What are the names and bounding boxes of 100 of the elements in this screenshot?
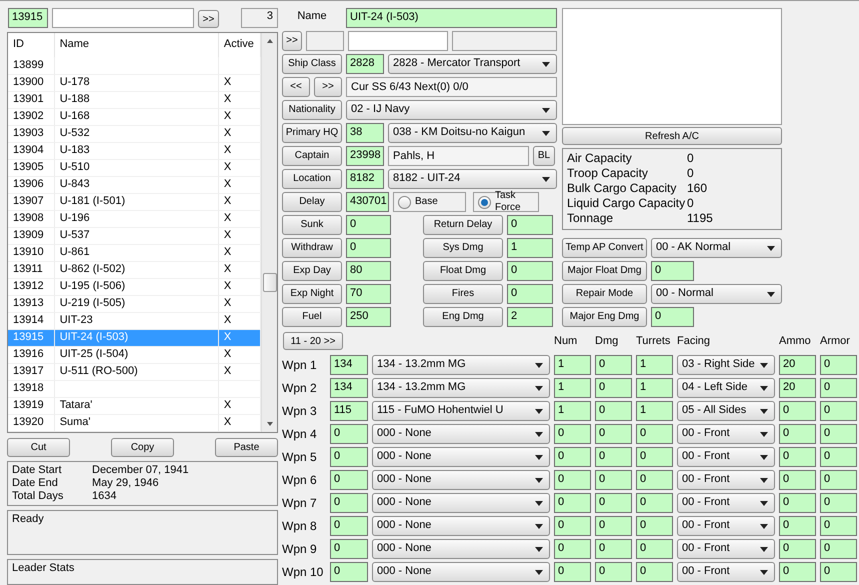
number-field[interactable]: 0	[636, 516, 673, 536]
number-field[interactable]: 1	[507, 238, 553, 258]
number-field[interactable]: 0	[346, 215, 391, 235]
dropdown[interactable]: 115 - FuMO Hohentwiel U	[372, 401, 550, 421]
table-row[interactable]: 13903 U-532 X	[8, 125, 260, 142]
number-field[interactable]: 0	[507, 261, 553, 281]
table-row[interactable]: 13899	[8, 57, 260, 74]
button[interactable]: Sys Dmg	[423, 238, 503, 258]
number-field[interactable]: 430701	[346, 192, 389, 212]
dropdown[interactable]: 00 - Front	[677, 447, 775, 467]
dropdown[interactable]: 00 - Front	[677, 539, 775, 559]
number-field[interactable]: 8182	[346, 169, 384, 189]
button[interactable]: Repair Mode	[562, 284, 647, 304]
number-field[interactable]: 1	[554, 378, 591, 398]
number-field[interactable]: 134	[330, 378, 368, 398]
dropdown[interactable]: 2828 - Mercator Transport	[388, 54, 557, 74]
number-field[interactable]: 0	[820, 447, 857, 467]
number-field[interactable]: 0	[820, 562, 857, 582]
number-field[interactable]: 1	[636, 355, 673, 375]
dropdown[interactable]: 000 - None	[372, 516, 550, 536]
text-field[interactable]	[306, 31, 344, 51]
number-field[interactable]: 0	[636, 470, 673, 490]
button[interactable]: Temp AP Convert	[562, 238, 647, 258]
button[interactable]: Copy	[111, 438, 174, 456]
button[interactable]: Ship Class	[282, 54, 342, 74]
number-field[interactable]: 0	[651, 261, 694, 281]
number-field[interactable]: 0	[330, 424, 368, 444]
radio-option[interactable]: Base	[393, 192, 466, 212]
number-field[interactable]: 0	[779, 424, 816, 444]
column-header[interactable]: ID	[8, 33, 54, 57]
number-field[interactable]: 0	[779, 447, 816, 467]
number-field[interactable]: 0	[554, 470, 591, 490]
table-row[interactable]: 13909 U-537 X	[8, 227, 260, 244]
dropdown[interactable]: 05 - All Sides	[677, 401, 775, 421]
number-field[interactable]: 0	[595, 516, 632, 536]
table-row[interactable]: 13900 U-178 X	[8, 74, 260, 91]
number-field[interactable]: 0	[595, 355, 632, 375]
number-field[interactable]: 2	[507, 307, 553, 327]
dropdown[interactable]: 000 - None	[372, 539, 550, 559]
number-field[interactable]: 0	[595, 493, 632, 513]
text-field[interactable]	[452, 31, 557, 51]
table-row[interactable]: 13906 U-843 X	[8, 176, 260, 193]
number-field[interactable]: 0	[595, 447, 632, 467]
number-field[interactable]: 1	[636, 401, 673, 421]
button[interactable]: Paste	[215, 438, 278, 456]
number-field[interactable]: 0	[636, 424, 673, 444]
number-field[interactable]: 0	[330, 493, 368, 513]
button[interactable]: >>	[198, 10, 219, 28]
radio-button[interactable]	[478, 196, 491, 208]
button[interactable]: Cut	[7, 438, 70, 456]
text-field[interactable]: Pahls, H	[388, 146, 529, 166]
button[interactable]: Nationality	[282, 100, 342, 120]
radio-button[interactable]	[398, 196, 411, 208]
table-row[interactable]: 13919 Tatara' X	[8, 397, 260, 414]
number-field[interactable]: 0	[507, 284, 553, 304]
name-field[interactable]: UIT-24 (I-503)	[346, 8, 557, 28]
number-field[interactable]: 0	[820, 470, 857, 490]
number-field[interactable]: 0	[820, 401, 857, 421]
number-field[interactable]: 0	[330, 516, 368, 536]
dropdown[interactable]: 00 - Front	[677, 516, 775, 536]
number-field[interactable]: 115	[330, 401, 368, 421]
number-field[interactable]: 20	[779, 355, 816, 375]
number-field[interactable]: 23998	[346, 146, 384, 166]
table-row[interactable]: 13908 U-196 X	[8, 210, 260, 227]
number-field[interactable]: 0	[779, 562, 816, 582]
number-field[interactable]: 0	[507, 215, 553, 235]
number-field[interactable]: 1	[554, 355, 591, 375]
button[interactable]: Float Dmg	[423, 261, 503, 281]
number-field[interactable]: 0	[636, 447, 673, 467]
dropdown[interactable]: 000 - None	[372, 493, 550, 513]
dropdown[interactable]: 04 - Left Side	[677, 378, 775, 398]
number-field[interactable]: 0	[346, 238, 391, 258]
number-field[interactable]: 0	[330, 562, 368, 582]
table-row[interactable]: 13916 UIT-25 (I-504) X	[8, 346, 260, 363]
number-field[interactable]: 0	[554, 424, 591, 444]
dropdown[interactable]: 8182 - UIT-24	[388, 169, 557, 189]
button[interactable]: BL	[533, 146, 555, 166]
number-field[interactable]: 38	[346, 123, 384, 143]
dropdown[interactable]: 00 - Normal	[651, 284, 782, 304]
table-row[interactable]: 13902 U-168 X	[8, 108, 260, 125]
dropdown[interactable]: 134 - 13.2mm MG	[372, 355, 550, 375]
button[interactable]: Sunk	[282, 215, 342, 235]
number-field[interactable]: 0	[554, 493, 591, 513]
number-field[interactable]: 0	[820, 378, 857, 398]
table-row[interactable]: 13920 Suma' X	[8, 414, 260, 431]
button[interactable]: Primary HQ	[282, 123, 342, 143]
table-row[interactable]: 13918	[8, 380, 260, 397]
number-field[interactable]: 2828	[346, 54, 384, 74]
number-field[interactable]: 0	[636, 562, 673, 582]
dropdown[interactable]: 00 - Front	[677, 562, 775, 582]
number-field[interactable]: 0	[595, 470, 632, 490]
dropdown[interactable]: 000 - None	[372, 470, 550, 490]
column-header[interactable]: Name	[54, 33, 218, 57]
table-row[interactable]: 13917 U-511 (RO-500) X	[8, 363, 260, 380]
number-field[interactable]: 250	[346, 307, 391, 327]
number-field[interactable]: 0	[820, 355, 857, 375]
button[interactable]: Major Float Dmg	[562, 261, 647, 281]
number-field[interactable]: 134	[330, 355, 368, 375]
number-field[interactable]: 0	[779, 493, 816, 513]
number-field[interactable]: 0	[330, 539, 368, 559]
